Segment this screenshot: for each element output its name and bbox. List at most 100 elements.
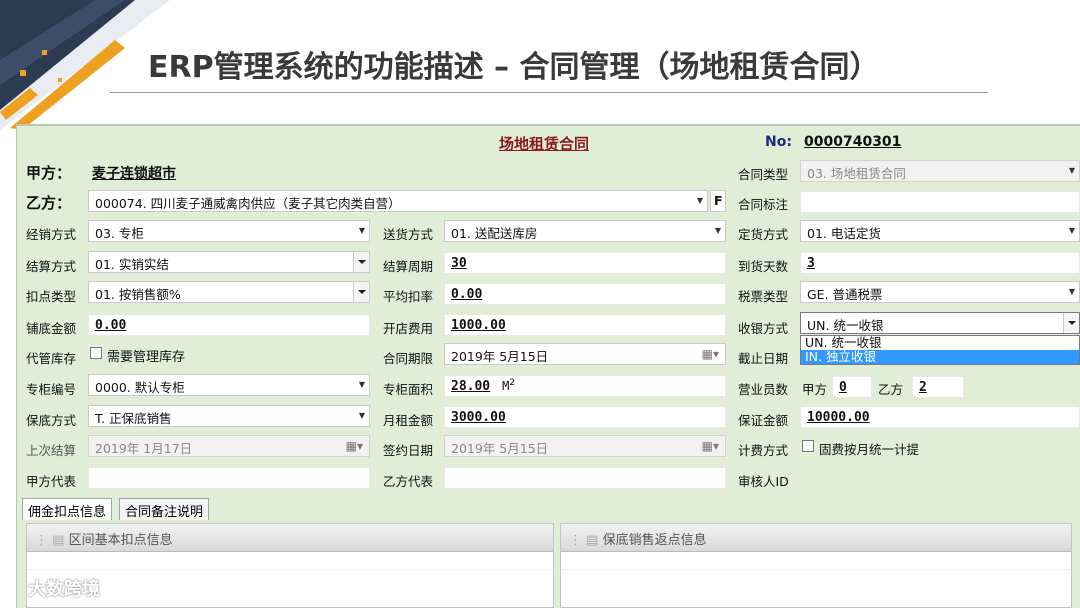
deduction-type-value: 01. 按销售额% bbox=[95, 287, 181, 302]
slide-title: ERP管理系统的功能描述 – 合同管理（场地租赁合同） bbox=[148, 50, 880, 85]
consign-checkbox[interactable] bbox=[90, 347, 102, 359]
contract-type-select[interactable]: 03. 场地租赁合同 ▼ bbox=[800, 160, 1080, 182]
grip-icon: ⋮ ▤ bbox=[569, 533, 603, 548]
chevron-down-icon: ▼ bbox=[714, 226, 721, 235]
staff-b-value: 2 bbox=[919, 380, 927, 395]
settle-mode-select[interactable]: 01. 实销实结 bbox=[88, 251, 370, 273]
staff-label: 营业员数 bbox=[738, 382, 789, 397]
delivery-mode-select[interactable]: 01. 送配送库房 ▼ bbox=[444, 220, 726, 242]
avg-rate-input[interactable]: 0.00 bbox=[444, 283, 726, 305]
calendar-icon: ▦▾ bbox=[701, 439, 719, 453]
order-mode-select[interactable]: 01. 电话定货 ▼ bbox=[800, 220, 1080, 242]
opening-fee-label: 开店费用 bbox=[383, 321, 434, 336]
f-button[interactable]: F bbox=[710, 190, 726, 212]
tab-contract-notes[interactable]: 合同备注说明 bbox=[119, 498, 210, 520]
calendar-icon: ▦▾ bbox=[345, 439, 363, 453]
dropdown-button[interactable] bbox=[353, 252, 369, 272]
sales-mode-select[interactable]: 03. 专柜 ▼ bbox=[88, 220, 370, 242]
sign-date-value: 2019年 5月15日 bbox=[451, 441, 549, 456]
settle-period-value: 30 bbox=[451, 256, 467, 271]
grid-row bbox=[561, 552, 1071, 570]
billing-check-label: 固费按月统一计提 bbox=[819, 442, 920, 457]
deposit-value: 10000.00 bbox=[807, 410, 870, 425]
rep-b-label: 乙方代表 bbox=[383, 474, 434, 489]
delivery-mode-label: 送货方式 bbox=[383, 227, 434, 242]
cashier-option-independent[interactable]: IN. 独立收银 bbox=[801, 350, 1079, 364]
guarantee-mode-label: 保底方式 bbox=[26, 413, 77, 428]
form-title: 场地租赁合同 bbox=[499, 135, 590, 153]
last-settle-value: 2019年 1月17日 bbox=[95, 441, 193, 456]
counter-area-value: 28.00 bbox=[451, 379, 491, 395]
watermark: 大数跨境 bbox=[28, 579, 100, 600]
dropdown-button[interactable] bbox=[353, 282, 369, 302]
tab-commission[interactable]: 佣金扣点信息 bbox=[22, 498, 113, 520]
sign-date-label: 签约日期 bbox=[383, 443, 434, 458]
grip-icon: ⋮ ▤ bbox=[35, 533, 69, 548]
cashier-mode-select[interactable]: UN. 统一收银 bbox=[800, 312, 1080, 334]
chevron-down-icon: ▼ bbox=[358, 411, 365, 420]
last-settle-date: 2019年 1月17日 ▦▾ bbox=[88, 435, 370, 457]
sign-date-date: 2019年 5月15日 ▦▾ bbox=[444, 435, 726, 457]
end-date-label: 截止日期 bbox=[738, 351, 789, 366]
title-divider bbox=[110, 92, 988, 93]
staff-a-input[interactable]: 0 bbox=[832, 376, 872, 398]
staff-a-value: 0 bbox=[839, 380, 847, 395]
opening-fee-value: 1000.00 bbox=[451, 318, 506, 333]
settle-period-input[interactable]: 30 bbox=[444, 252, 726, 274]
right-panel: ⋮ ▤ 保底销售返点信息 bbox=[560, 523, 1072, 608]
deduction-type-select[interactable]: 01. 按销售额% bbox=[88, 281, 370, 303]
contract-period-value: 2019年 5月15日 bbox=[451, 349, 549, 364]
dropdown-button[interactable] bbox=[1063, 313, 1079, 333]
order-mode-label: 定货方式 bbox=[738, 227, 789, 242]
party-b-select[interactable]: 000074. 四川麦子通威禽肉供应（麦子其它肉类自营） ▼ bbox=[88, 190, 708, 212]
deposit-input[interactable]: 10000.00 bbox=[800, 406, 1080, 428]
contract-period-date[interactable]: 2019年 5月15日 ▦▾ bbox=[444, 343, 726, 365]
consign-check-label: 需要管理库存 bbox=[107, 350, 186, 365]
chevron-down-icon: ▼ bbox=[1068, 226, 1075, 235]
base-amount-input[interactable]: 0.00 bbox=[88, 314, 370, 336]
calendar-icon[interactable]: ▦▾ bbox=[702, 347, 719, 361]
left-panel: ⋮ ▤ 区间基本扣点信息 bbox=[26, 523, 554, 608]
delivery-mode-value: 01. 送配送库房 bbox=[451, 226, 538, 241]
counter-no-select[interactable]: 0000. 默认专柜 ▼ bbox=[88, 374, 370, 396]
billing-checkbox[interactable] bbox=[802, 440, 814, 452]
guarantee-mode-select[interactable]: T. 正保底销售 ▼ bbox=[88, 405, 370, 427]
contract-tag-input[interactable] bbox=[800, 191, 1080, 213]
arrival-days-input[interactable]: 3 bbox=[800, 252, 1080, 274]
settle-period-label: 结算周期 bbox=[383, 259, 434, 274]
counter-area-label: 专柜面积 bbox=[383, 382, 434, 397]
staff-b-input[interactable]: 2 bbox=[912, 376, 964, 398]
contract-type-label: 合同类型 bbox=[738, 167, 789, 182]
contract-no-label: No: bbox=[765, 134, 792, 150]
contract-period-label: 合同期限 bbox=[383, 351, 434, 366]
cashier-mode-value: UN. 统一收银 bbox=[807, 318, 884, 333]
party-a-value: 麦子连锁超市 bbox=[92, 166, 176, 182]
settle-mode-label: 结算方式 bbox=[26, 259, 77, 274]
counter-area-sup: 2 bbox=[509, 378, 516, 388]
rep-b-input[interactable] bbox=[444, 467, 726, 489]
cashier-option-unified[interactable]: UN. 统一收银 bbox=[801, 336, 1079, 350]
staff-a-label: 甲方 bbox=[802, 382, 828, 397]
sales-mode-label: 经销方式 bbox=[26, 227, 77, 242]
chevron-down-icon: ▼ bbox=[696, 196, 703, 205]
opening-fee-input[interactable]: 1000.00 bbox=[444, 314, 726, 336]
settle-mode-value: 01. 实销实结 bbox=[95, 257, 169, 272]
cashier-mode-label: 收银方式 bbox=[738, 321, 789, 336]
avg-rate-value: 0.00 bbox=[451, 287, 483, 302]
counter-no-value: 0000. 默认专柜 bbox=[95, 380, 185, 395]
left-panel-title: 区间基本扣点信息 bbox=[68, 533, 173, 548]
party-b-value: 000074. 四川麦子通威禽肉供应（麦子其它肉类自营） bbox=[95, 196, 401, 211]
billing-mode-label: 计费方式 bbox=[738, 443, 789, 458]
party-a-label: 甲方： bbox=[26, 164, 72, 182]
arrival-days-label: 到货天数 bbox=[738, 259, 789, 274]
contract-tag-label: 合同标注 bbox=[738, 197, 789, 212]
staff-b-label: 乙方 bbox=[878, 382, 904, 397]
counter-area-input[interactable]: 28.00 M2 bbox=[444, 375, 726, 397]
party-b-label: 乙方： bbox=[26, 194, 72, 212]
contract-type-value: 03. 场地租赁合同 bbox=[807, 166, 906, 181]
monthly-rent-input[interactable]: 3000.00 bbox=[444, 406, 726, 428]
monthly-rent-value: 3000.00 bbox=[451, 410, 506, 425]
rep-a-input[interactable] bbox=[88, 467, 370, 489]
tax-type-select[interactable]: GE. 普通税票 ▼ bbox=[800, 281, 1080, 303]
chevron-down-icon: ▼ bbox=[358, 226, 365, 235]
